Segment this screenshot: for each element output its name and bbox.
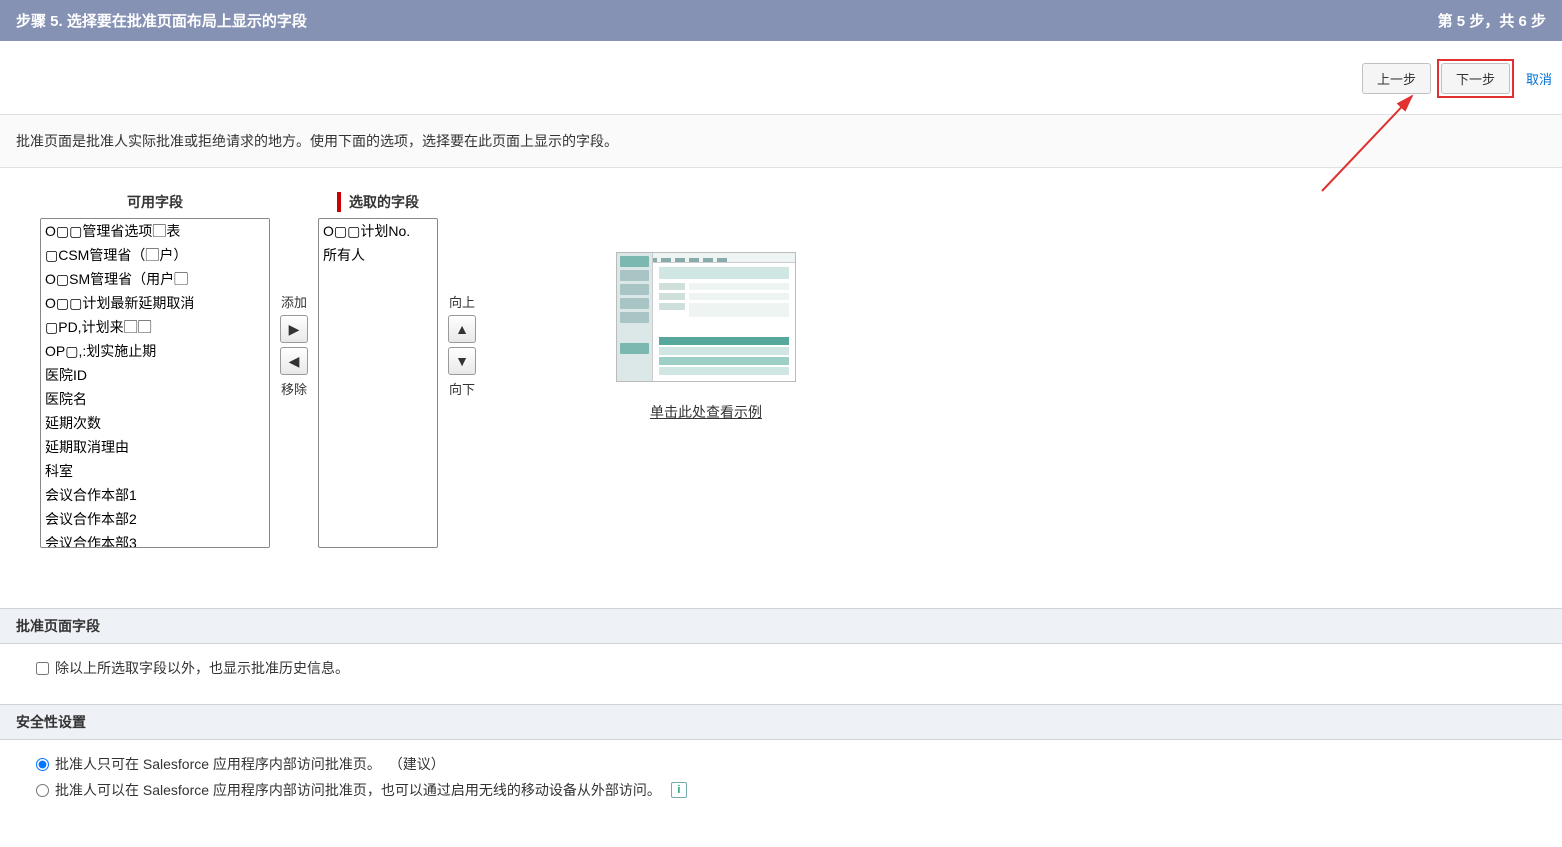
remove-button[interactable]: ◀ xyxy=(280,347,308,375)
remove-label: 移除 xyxy=(281,379,307,398)
button-bar: 上一步 下一步 取消 xyxy=(0,41,1562,115)
available-option[interactable]: 医院名 xyxy=(41,387,269,411)
selected-option[interactable]: O▢▢计划No. xyxy=(319,219,437,243)
info-icon[interactable]: i xyxy=(671,782,687,798)
available-title: 可用字段 xyxy=(127,192,183,212)
security-external-radio[interactable] xyxy=(36,784,49,797)
available-option[interactable]: OP▢,:划实施止期 xyxy=(41,339,269,363)
available-option[interactable]: O▢▢管理省选项▢表 xyxy=(41,219,269,243)
view-example-link[interactable]: 单击此处查看示例 xyxy=(650,402,762,422)
field-selector: 可用字段 O▢▢管理省选项▢表▢CSM管理省（▢户）O▢SM管理省（用户▢O▢▢… xyxy=(0,168,1562,608)
next-button[interactable]: 下一步 xyxy=(1441,63,1510,94)
section-security-body: 批准人只可在 Salesforce 应用程序内部访问批准页。 （建议） 批准人可… xyxy=(0,740,1562,826)
available-option[interactable]: 医院ID xyxy=(41,363,269,387)
step-header: 步骤 5. 选择要在批准页面布局上显示的字段 第 5 步，共 6 步 xyxy=(0,0,1562,41)
security-internal-label[interactable]: 批准人只可在 Salesforce 应用程序内部访问批准页。 （建议） xyxy=(55,754,445,774)
add-remove-controls: 添加 ▶ ◀ 移除 xyxy=(280,192,308,398)
selected-column: 选取的字段 O▢▢计划No.所有人 xyxy=(318,192,438,548)
available-fields-list[interactable]: O▢▢管理省选项▢表▢CSM管理省（▢户）O▢SM管理省（用户▢O▢▢计划最新延… xyxy=(40,218,270,548)
selected-title: 选取的字段 xyxy=(337,192,419,212)
next-button-highlight: 下一步 xyxy=(1437,59,1514,98)
cancel-link[interactable]: 取消 xyxy=(1526,69,1552,88)
available-option[interactable]: 延期取消理由 xyxy=(41,435,269,459)
show-history-checkbox[interactable] xyxy=(36,662,49,675)
arrow-left-icon: ◀ xyxy=(289,353,300,370)
selected-option[interactable]: 所有人 xyxy=(319,243,437,267)
step-indicator: 第 5 步，共 6 步 xyxy=(1438,10,1546,31)
selected-fields-list[interactable]: O▢▢计划No.所有人 xyxy=(318,218,438,548)
add-button[interactable]: ▶ xyxy=(280,315,308,343)
show-history-label[interactable]: 除以上所选取字段以外，也显示批准历史信息。 xyxy=(55,658,349,678)
up-button[interactable]: ▲ xyxy=(448,315,476,343)
available-option[interactable]: 会议合作本部2 xyxy=(41,507,269,531)
security-internal-radio[interactable] xyxy=(36,758,49,771)
down-label: 向下 xyxy=(449,379,475,398)
available-option[interactable]: ▢CSM管理省（▢户） xyxy=(41,243,269,267)
available-option[interactable]: 延期次数 xyxy=(41,411,269,435)
down-button[interactable]: ▼ xyxy=(448,347,476,375)
arrow-right-icon: ▶ xyxy=(289,321,300,338)
section-approval-fields-body: 除以上所选取字段以外，也显示批准历史信息。 xyxy=(0,644,1562,704)
example-column: 单击此处查看示例 xyxy=(616,192,796,422)
available-option[interactable]: 科室 xyxy=(41,459,269,483)
arrow-up-icon: ▲ xyxy=(455,321,469,337)
available-option[interactable]: 会议合作本部3 xyxy=(41,531,269,548)
add-label: 添加 xyxy=(281,292,307,311)
arrow-down-icon: ▼ xyxy=(455,353,469,369)
section-approval-fields-header: 批准页面字段 xyxy=(0,608,1562,644)
intro-text: 批准页面是批准人实际批准或拒绝请求的地方。使用下面的选项，选择要在此页面上显示的… xyxy=(0,115,1562,168)
section-security-header: 安全性设置 xyxy=(0,704,1562,740)
up-down-controls: 向上 ▲ ▼ 向下 xyxy=(448,192,476,398)
available-option[interactable]: 会议合作本部1 xyxy=(41,483,269,507)
step-title: 步骤 5. 选择要在批准页面布局上显示的字段 xyxy=(16,10,307,31)
prev-button[interactable]: 上一步 xyxy=(1362,63,1431,94)
available-option[interactable]: O▢▢计划最新延期取消 xyxy=(41,291,269,315)
available-column: 可用字段 O▢▢管理省选项▢表▢CSM管理省（▢户）O▢SM管理省（用户▢O▢▢… xyxy=(40,192,270,548)
example-preview-image xyxy=(616,252,796,382)
available-option[interactable]: ▢PD,计划来▢▢ xyxy=(41,315,269,339)
up-label: 向上 xyxy=(449,292,475,311)
security-external-label[interactable]: 批准人可以在 Salesforce 应用程序内部访问批准页，也可以通过启用无线的… xyxy=(55,780,661,800)
available-option[interactable]: O▢SM管理省（用户▢ xyxy=(41,267,269,291)
